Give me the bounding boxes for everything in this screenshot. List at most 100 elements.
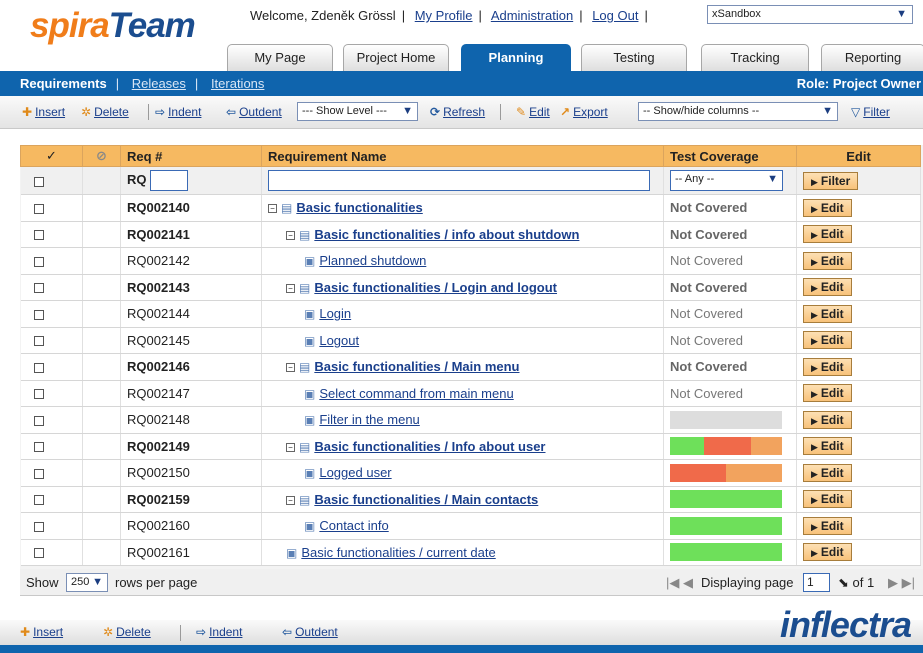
tab-project-home[interactable]: Project Home — [343, 44, 449, 71]
apply-filter-button[interactable]: ▶ Filter — [803, 171, 859, 190]
refresh-button[interactable]: ⟳ Refresh — [430, 105, 485, 119]
requirement-name-header[interactable]: Requirement Name — [261, 145, 664, 167]
show-hide-columns-select[interactable]: -- Show/hide columns -- ▼ — [638, 102, 838, 121]
row-checkbox[interactable] — [33, 548, 44, 559]
row-checkbox[interactable] — [33, 468, 44, 479]
page-number-input[interactable]: 1 — [803, 573, 830, 592]
req-number-header[interactable]: Req # — [120, 145, 262, 167]
row-edit-button[interactable]: ▶ Edit — [803, 490, 852, 509]
subnav-iterations[interactable]: Iterations — [211, 76, 264, 91]
coverage-bar — [670, 463, 782, 482]
tab-tracking[interactable]: Tracking — [701, 44, 809, 71]
requirement-link[interactable]: Logout — [319, 333, 359, 348]
collapse-icon[interactable]: − — [286, 495, 295, 505]
req-number-filter-input[interactable] — [150, 170, 189, 191]
subnav-releases[interactable]: Releases — [132, 76, 186, 91]
requirement-icon: ▣ — [304, 333, 316, 348]
delete-button[interactable]: ✲ Delete — [81, 105, 129, 119]
row-edit-button[interactable]: ▶ Edit — [803, 331, 852, 350]
row-edit-button[interactable]: ▶ Edit — [803, 198, 852, 217]
requirement-link[interactable]: Planned shutdown — [319, 253, 426, 268]
last-page-icon[interactable]: ▶ ▶| — [888, 575, 915, 591]
funnel-icon: ▽ — [851, 105, 861, 119]
coverage-bar — [670, 490, 782, 509]
requirement-link[interactable]: Logged user — [319, 465, 391, 480]
row-edit-button[interactable]: ▶ Edit — [803, 516, 852, 535]
requirement-link[interactable]: Basic functionalities / info about shutd… — [314, 227, 579, 242]
insert-button[interactable]: ✚ Insert — [22, 105, 65, 119]
row-edit-button[interactable]: ▶ Edit — [803, 410, 852, 429]
requirement-name-filter-input[interactable] — [268, 170, 650, 191]
row-checkbox[interactable] — [33, 203, 44, 214]
tab-my-page[interactable]: My Page — [227, 44, 333, 71]
row-checkbox[interactable] — [33, 362, 44, 373]
coverage-bar — [670, 437, 782, 456]
row-edit-button[interactable]: ▶ Edit — [803, 251, 852, 270]
collapse-icon[interactable]: − — [286, 230, 295, 240]
project-select[interactable]: xSandbox ▼ — [707, 5, 913, 24]
collapse-icon[interactable]: − — [268, 204, 277, 214]
requirement-link[interactable]: Basic functionalities / Main menu — [314, 359, 519, 374]
bottom-indent-button[interactable]: ⇨ Indent — [196, 625, 242, 639]
row-edit-button[interactable]: ▶ Edit — [803, 304, 852, 323]
row-checkbox[interactable] — [33, 415, 44, 426]
subnav-requirements[interactable]: Requirements — [20, 76, 107, 91]
row-checkbox[interactable] — [33, 336, 44, 347]
collapse-icon[interactable]: − — [286, 442, 295, 452]
coverage-filter-select[interactable]: -- Any -- ▼ — [670, 170, 783, 191]
coverage-label: Not Covered — [670, 253, 743, 269]
indent-button[interactable]: ⇨ Indent — [155, 105, 201, 119]
row-edit-button[interactable]: ▶ Edit — [803, 543, 852, 562]
collapse-icon[interactable]: − — [286, 283, 295, 293]
administration-link[interactable]: Administration — [491, 8, 573, 23]
requirement-link[interactable]: Basic functionalities / Info about user — [314, 439, 545, 454]
select-all-checkbox[interactable] — [33, 176, 44, 187]
outdent-button[interactable]: ⇦ Outdent — [226, 105, 282, 119]
row-checkbox[interactable] — [33, 309, 44, 320]
row-edit-button[interactable]: ▶ Edit — [803, 384, 852, 403]
requirement-link[interactable]: Basic functionalities / Main contacts — [314, 492, 538, 507]
rows-per-page-select[interactable]: 250 ▼ — [66, 573, 108, 592]
row-edit-button[interactable]: ▶ Edit — [803, 225, 852, 244]
go-icon[interactable]: ⬊ — [838, 575, 849, 590]
requirement-link[interactable]: Basic functionalities / current date — [301, 545, 495, 560]
grid-toolbar: ✚ Insert ✲ Delete ⇨ Indent ⇦ Outdent --- Sho… — [0, 96, 923, 129]
tab-reporting[interactable]: Reporting — [821, 44, 923, 71]
collapse-icon[interactable]: − — [286, 363, 295, 373]
row-edit-button[interactable]: ▶ Edit — [803, 463, 852, 482]
tab-planning[interactable]: Planning — [461, 44, 571, 71]
my-profile-link[interactable]: My Profile — [415, 8, 473, 23]
row-edit-button[interactable]: ▶ Edit — [803, 357, 852, 376]
row-edit-button[interactable]: ▶ Edit — [803, 278, 852, 297]
row-checkbox[interactable] — [33, 283, 44, 294]
bottom-delete-button[interactable]: ✲ Delete — [103, 625, 151, 639]
row-checkbox[interactable] — [33, 495, 44, 506]
select-all-header[interactable]: ✓ — [20, 145, 83, 167]
coverage-segment — [750, 437, 782, 456]
logout-link[interactable]: Log Out — [592, 8, 638, 23]
bottom-outdent-button[interactable]: ⇦ Outdent — [282, 625, 338, 639]
requirement-link[interactable]: Contact info — [319, 518, 388, 533]
coverage-segment — [670, 437, 704, 456]
test-coverage-header[interactable]: Test Coverage — [663, 145, 797, 167]
row-checkbox[interactable] — [33, 442, 44, 453]
edit-button[interactable]: ✎ Edit — [516, 105, 550, 119]
table-row: RQ002145 ▣ Logout Not Covered ▶ Edit — [20, 327, 921, 354]
first-page-icon[interactable]: |◀ ◀ — [666, 575, 693, 591]
requirement-link[interactable]: Basic functionalities — [296, 200, 422, 215]
show-level-select[interactable]: --- Show Level --- ▼ — [297, 102, 418, 121]
export-button[interactable]: ↗ Export — [560, 105, 608, 119]
role-label: Role: Project Owner — [796, 76, 921, 91]
row-checkbox[interactable] — [33, 230, 44, 241]
row-edit-button[interactable]: ▶ Edit — [803, 437, 852, 456]
row-checkbox[interactable] — [33, 521, 44, 532]
tab-testing[interactable]: Testing — [581, 44, 687, 71]
requirement-link[interactable]: Basic functionalities / Login and logout — [314, 280, 557, 295]
row-checkbox[interactable] — [33, 256, 44, 267]
filter-button[interactable]: ▽ Filter — [851, 105, 890, 119]
bottom-insert-button[interactable]: ✚ Insert — [20, 625, 63, 639]
requirement-link[interactable]: Filter in the menu — [319, 412, 419, 427]
row-checkbox[interactable] — [33, 389, 44, 400]
requirement-link[interactable]: Login — [319, 306, 351, 321]
requirement-link[interactable]: Select command from main menu — [319, 386, 513, 401]
